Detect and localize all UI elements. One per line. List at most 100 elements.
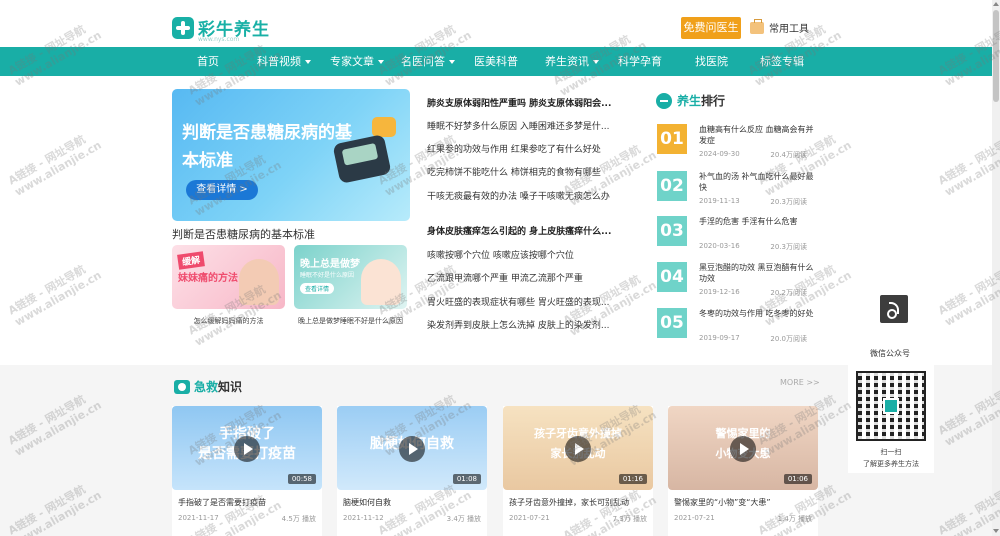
thumb-headline: 妹妹痛的方法 bbox=[178, 273, 238, 284]
video-views: 4.5万 播放 bbox=[281, 515, 316, 523]
rank-title: 手淫的危害 手淫有什么危害 bbox=[699, 217, 798, 226]
tiktok-share-button[interactable] bbox=[880, 295, 908, 323]
more-link[interactable]: MORE >> bbox=[780, 378, 820, 387]
common-tools-link[interactable]: 常用工具 bbox=[750, 18, 809, 35]
thumb-detail-button: 查看详情 bbox=[300, 283, 335, 294]
scroll-down-arrow-icon[interactable] bbox=[993, 529, 999, 533]
main-nav: 首页 科普视频 专家文章 名医问答 医美科普 养生资讯 科学孕育 找医院 标签专… bbox=[0, 47, 992, 76]
feature-banner[interactable]: 判断是否患糖尿病的基本标准 查看详情 > bbox=[172, 89, 410, 221]
rank-meta: 2019-09-17 20.0万阅读 bbox=[699, 334, 807, 344]
rank-number-badge: 04 bbox=[657, 262, 687, 292]
banner-detail-button[interactable]: 查看详情 > bbox=[186, 180, 258, 200]
article-link[interactable]: 胃火旺盛的表现症状有哪些 胃火旺盛的表现... bbox=[427, 295, 619, 308]
ranking-item[interactable]: 03 手淫的危害 手淫有什么危害 2020-03-16 20.3万阅读 bbox=[657, 216, 817, 251]
rank-number-badge: 03 bbox=[657, 216, 687, 246]
play-icon[interactable] bbox=[730, 436, 756, 462]
video-date: 2021-11-12 bbox=[343, 514, 384, 522]
page-scrollbar[interactable] bbox=[992, 0, 1000, 536]
watermark-text: A链接 - 网址导航 www.alianjie.cn bbox=[6, 262, 104, 329]
site-logo[interactable]: 彩牛养生 www.nys.com bbox=[172, 15, 270, 43]
logo-cross-icon bbox=[172, 16, 194, 39]
person-illustration bbox=[239, 259, 279, 305]
ranking-item[interactable]: 05 冬枣的功效与作用 吃冬枣的好处 2019-09-17 20.0万阅读 bbox=[657, 308, 817, 344]
banner-caption[interactable]: 判断是否患糖尿病的基本标准 bbox=[172, 226, 410, 242]
rank-number-badge: 02 bbox=[657, 171, 687, 201]
article-link[interactable]: 乙流跟甲流哪个严重 甲流乙流那个严重 bbox=[427, 271, 619, 284]
brand-domain: www.nys.com bbox=[198, 36, 240, 43]
thumb-card[interactable]: 晚上总是做梦 睡眠不好是什么原因 查看详情 bbox=[294, 245, 407, 309]
scroll-thumb[interactable] bbox=[993, 10, 999, 102]
article-link[interactable]: 咳嗽按哪个穴位 咳嗽应该按哪个穴位 bbox=[427, 248, 619, 261]
rank-date: 2019-12-16 bbox=[699, 288, 740, 296]
wechat-label: 微信公众号 bbox=[870, 349, 910, 358]
video-title: 警惕家里的“小物”变“大患” bbox=[674, 498, 771, 507]
nav-pregnancy[interactable]: 科学孕育 bbox=[618, 47, 662, 76]
article-link[interactable]: 肺炎支原体弱阳性严重吗 肺炎支原体弱阳会... bbox=[427, 96, 619, 109]
nav-science-video[interactable]: 科普视频 bbox=[257, 47, 311, 76]
person-illustration bbox=[361, 259, 401, 305]
rank-number-badge: 01 bbox=[657, 124, 687, 154]
rank-date: 2019-09-17 bbox=[699, 334, 740, 342]
video-card[interactable]: 孩子牙齿意外撞掉家长别乱动01:16 孩子牙齿意外撞掉，家长可别乱动 2021-07… bbox=[503, 406, 653, 536]
article-link[interactable]: 染发剂弄到皮肤上怎么洗掉 皮肤上的染发剂... bbox=[427, 318, 619, 331]
thumb-card[interactable]: 缓解 妹妹痛的方法 bbox=[172, 245, 285, 309]
video-duration: 00:58 bbox=[287, 474, 316, 484]
video-card[interactable]: 手指破了是否需要打疫苗00:58 手指破了是否需要打疫苗 2021-11-17 4.5… bbox=[172, 406, 322, 536]
nav-health-news-label: 养生资讯 bbox=[545, 55, 589, 68]
video-thumbnail: 孩子牙齿意外撞掉家长别乱动01:16 bbox=[503, 406, 653, 490]
thumb-headline: 晚上总是做梦 bbox=[300, 259, 360, 270]
article-link[interactable]: 干咳无痰最有效的办法 嗓子干咳嗽无痰怎么办 bbox=[427, 189, 619, 202]
scroll-up-arrow-icon[interactable] bbox=[993, 2, 999, 6]
ranking-icon bbox=[656, 92, 672, 109]
qr-code-image bbox=[856, 371, 926, 441]
video-card[interactable]: 警惕家里的小物变大患01:06 警惕家里的“小物”变“大患” 2021-07-21 1… bbox=[668, 406, 818, 536]
chevron-down-icon bbox=[305, 60, 311, 64]
nav-expert-articles[interactable]: 专家文章 bbox=[330, 47, 384, 76]
ranking-item[interactable]: 02 补气血的汤 补气血吃什么最好最快 2019-11-13 20.3万阅读 bbox=[657, 171, 817, 206]
watermark-text: A链接 - 网址导航 www.alianjie.cn bbox=[6, 132, 104, 199]
nav-home[interactable]: 首页 bbox=[197, 47, 219, 76]
video-date: 2021-11-17 bbox=[178, 514, 219, 522]
chevron-down-icon bbox=[593, 60, 599, 64]
common-tools-label: 常用工具 bbox=[769, 24, 809, 35]
watermark-text: A链接 - 网址导航 www.alianjie.cn bbox=[936, 262, 1000, 329]
first-aid-title-accent: 急救 bbox=[194, 380, 219, 394]
nav-find-hospital[interactable]: 找医院 bbox=[695, 47, 728, 76]
article-link[interactable]: 睡眠不好梦多什么原因 入睡困难还多梦是什... bbox=[427, 119, 619, 132]
chevron-down-icon bbox=[378, 60, 384, 64]
first-aid-section bbox=[0, 365, 992, 536]
thumb-caption[interactable]: 怎么缓解妈妈痛的方法 bbox=[172, 316, 285, 326]
play-icon[interactable] bbox=[399, 436, 425, 462]
video-title: 孩子牙齿意外撞掉，家长可别乱动 bbox=[509, 498, 629, 507]
video-views: 7.3万 播放 bbox=[612, 515, 647, 523]
article-link[interactable]: 身体皮肤瘙痒怎么引起的 身上皮肤瘙痒什么... bbox=[427, 224, 619, 237]
play-icon[interactable] bbox=[565, 436, 591, 462]
rank-views: 20.3万阅读 bbox=[770, 243, 807, 251]
rank-title: 补气血的汤 补气血吃什么最好最快 bbox=[699, 172, 814, 192]
nav-tag-album[interactable]: 标签专辑 bbox=[760, 47, 804, 76]
rank-meta: 2024-09-30 20.4万阅读 bbox=[699, 150, 807, 160]
rank-meta: 2019-12-16 20.2万阅读 bbox=[699, 288, 807, 298]
free-consult-button[interactable]: 免费问医生 bbox=[681, 17, 741, 39]
rank-views: 20.0万阅读 bbox=[770, 335, 807, 343]
nav-doctor-qa[interactable]: 名医问答 bbox=[401, 47, 455, 76]
rank-number-badge: 05 bbox=[657, 308, 687, 338]
rank-date: 2020-03-16 bbox=[699, 242, 740, 250]
nav-health-news[interactable]: 养生资讯 bbox=[545, 47, 599, 76]
rank-title: 冬枣的功效与作用 吃冬枣的好处 bbox=[699, 309, 814, 318]
thumb-subtitle: 睡眠不好是什么原因 bbox=[300, 272, 355, 279]
ranking-title-accent: 养生 bbox=[677, 94, 702, 108]
ranking-item[interactable]: 04 黑豆泡醋的功效 黑豆泡醋有什么功效 2019-12-16 20.2万阅读 bbox=[657, 262, 817, 298]
qr-caption-scan: 扫一扫 bbox=[880, 448, 902, 456]
first-aid-title: 急救 知识 bbox=[174, 378, 242, 395]
video-meta: 2021-11-17 4.5万 播放 bbox=[178, 514, 316, 524]
nav-aesthetic-science[interactable]: 医美科普 bbox=[474, 47, 518, 76]
rank-views: 20.3万阅读 bbox=[770, 198, 807, 206]
play-icon[interactable] bbox=[234, 436, 260, 462]
video-card[interactable]: 脑梗如何自救01:08 脑梗如何自救 2021-11-12 3.4万 播放 bbox=[337, 406, 487, 536]
article-link[interactable]: 红果参的功效与作用 红果参吃了有什么好处 bbox=[427, 142, 619, 155]
article-link[interactable]: 吃完柿饼不能吃什么 柿饼相克的食物有哪些 bbox=[427, 165, 619, 178]
ranking-item[interactable]: 01 血糖高有什么反应 血糖高会有并发症 2024-09-30 20.4万阅读 bbox=[657, 124, 817, 160]
nav-doctor-qa-label: 名医问答 bbox=[401, 55, 445, 68]
thumb-caption[interactable]: 晚上总是做梦睡眠不好是什么原因 bbox=[294, 316, 407, 326]
